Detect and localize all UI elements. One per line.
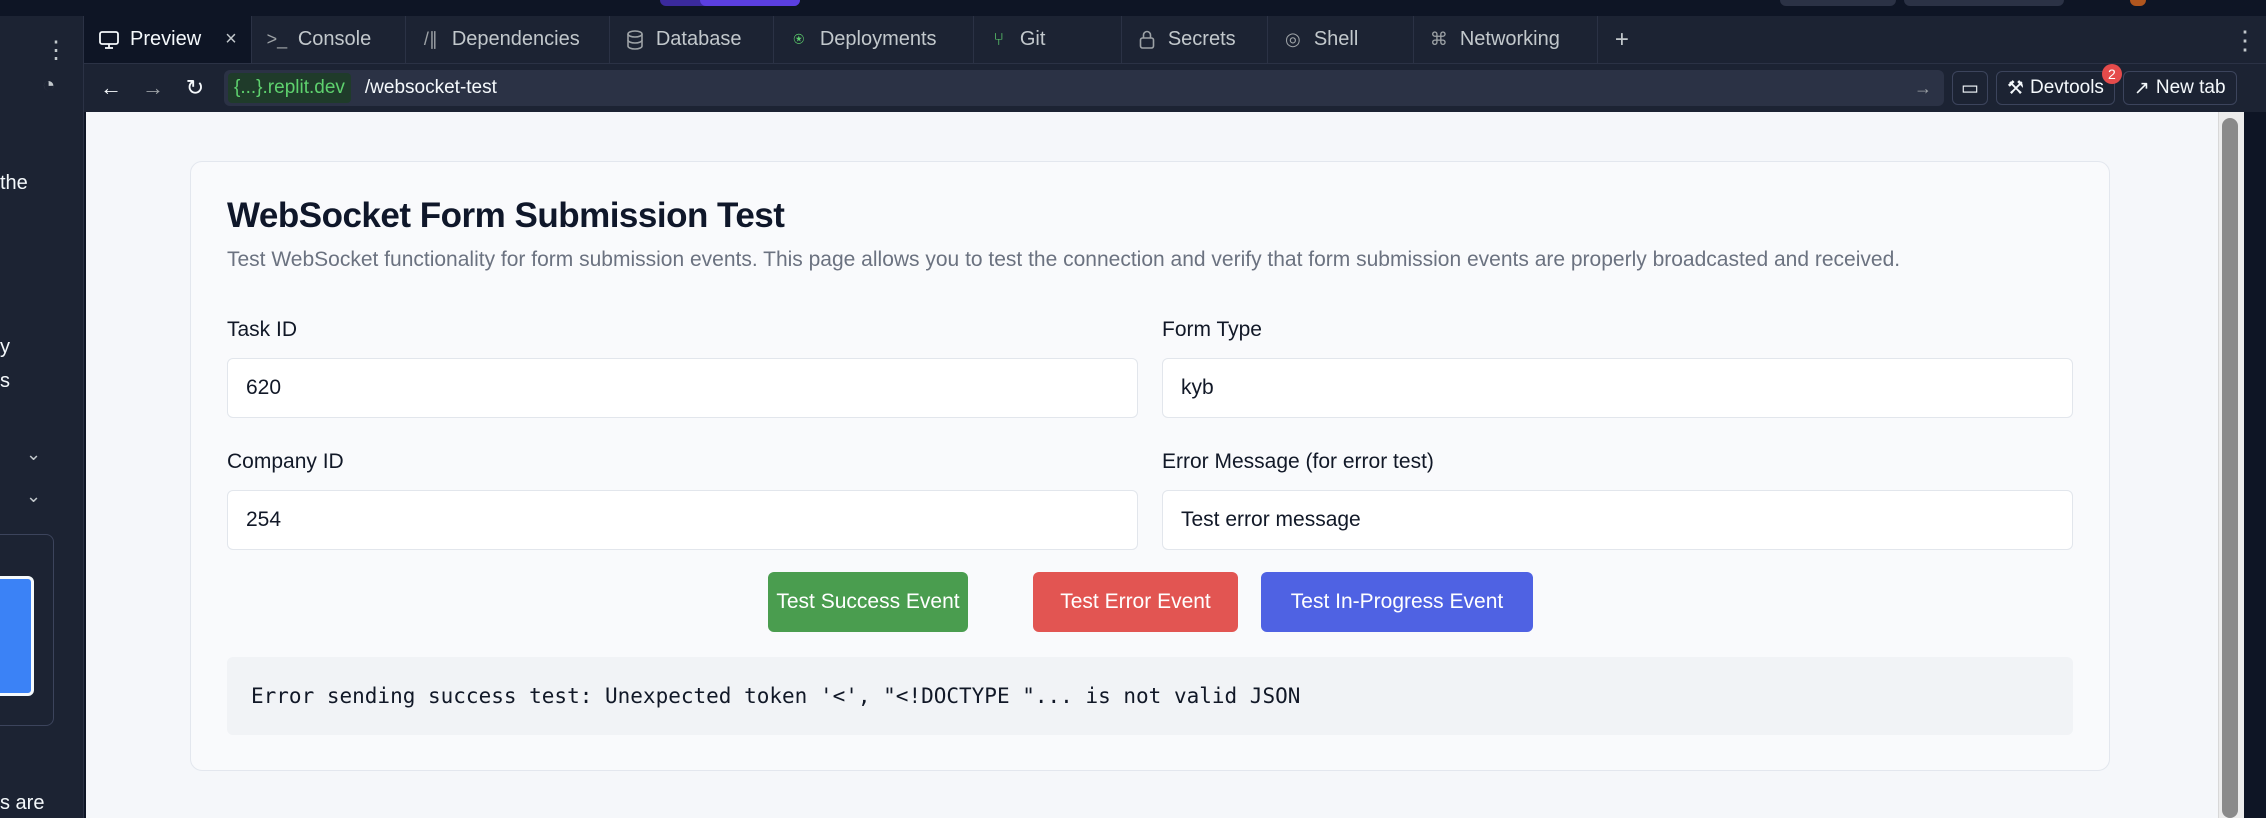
- form-type-input[interactable]: kyb: [1162, 358, 2073, 418]
- left-panel-thumbnail: [0, 576, 34, 696]
- company-id-label: Company ID: [227, 450, 344, 473]
- left-panel-text: s are: [0, 792, 45, 814]
- lock-icon: [1136, 29, 1158, 51]
- more-options-icon[interactable]: ⋮: [2232, 16, 2258, 64]
- tab-label: Preview: [130, 28, 202, 50]
- address-bar: ← → ↻ {...}.replit.dev /websocket-test →…: [84, 64, 2266, 112]
- refresh-icon[interactable]: ↻: [174, 68, 216, 108]
- devtools-button[interactable]: ⚒ Devtools 2: [1995, 64, 2122, 105]
- url-host-suffix: .replit.dev: [262, 77, 345, 98]
- url-field[interactable]: {...}.replit.dev /websocket-test →: [224, 70, 1944, 106]
- monitor-icon: ▭: [1961, 77, 1979, 99]
- scrollbar-thumb[interactable]: [2222, 118, 2238, 818]
- tab-label: Git: [1019, 28, 1046, 50]
- tab-preview[interactable]: Preview ×: [84, 16, 252, 63]
- tab-networking[interactable]: ⌘ Networking: [1414, 16, 1598, 63]
- error-message-input[interactable]: Test error message: [1162, 490, 2073, 550]
- add-tab-button[interactable]: +: [1598, 16, 1646, 63]
- deployments-icon: ⍟: [793, 29, 805, 49]
- forward-arrow-icon[interactable]: →: [132, 68, 174, 108]
- tab-console[interactable]: >_ Console: [252, 16, 406, 63]
- tab-database[interactable]: Database: [610, 16, 774, 63]
- tab-bar: Preview × >_ Console /∥ Dependencies Dat…: [84, 16, 2266, 64]
- result-output: Error sending success test: Unexpected t…: [227, 657, 2073, 735]
- url-host: {...}.replit.dev: [228, 73, 351, 103]
- external-link-icon: ↗: [2133, 77, 2150, 99]
- page-title: WebSocket Form Submission Test: [227, 196, 785, 235]
- test-card: WebSocket Form Submission Test Test WebS…: [190, 161, 2110, 771]
- top-indicator-active: [700, 0, 800, 6]
- tab-shell[interactable]: ◎ Shell: [1268, 16, 1414, 63]
- left-panel: ⋮ ◔ the y s ⌄ ⌄ s are: [0, 16, 84, 818]
- error-message-label: Error Message (for error test): [1162, 450, 1434, 473]
- top-control[interactable]: [1904, 0, 2064, 6]
- tab-label: Console: [297, 28, 372, 50]
- networking-icon: ⌘: [1429, 29, 1448, 49]
- test-progress-button[interactable]: Test In-Progress Event: [1261, 572, 1533, 632]
- tab-dependencies[interactable]: /∥ Dependencies: [406, 16, 610, 63]
- top-status-dot: [2130, 0, 2146, 6]
- wrench-icon: ⚒: [2006, 77, 2024, 99]
- new-tab-button[interactable]: ↗ New tab: [2122, 71, 2237, 105]
- chevron-down-icon[interactable]: ⌄: [26, 486, 41, 507]
- device-preview-button[interactable]: ▭: [1952, 71, 1988, 105]
- top-control[interactable]: [1780, 0, 1896, 6]
- devtools-badge: 2: [2101, 64, 2122, 84]
- tab-secrets[interactable]: Secrets: [1122, 16, 1268, 63]
- monitor-icon: [98, 29, 120, 51]
- chevron-down-icon[interactable]: ⌄: [26, 444, 41, 465]
- url-host-prefix: {...}: [234, 77, 263, 98]
- url-path: /websocket-test: [364, 77, 497, 98]
- right-edge: [2244, 112, 2266, 818]
- tab-label: Dependencies: [451, 28, 580, 50]
- task-id-input[interactable]: 620: [227, 358, 1138, 418]
- left-panel-text: s: [0, 370, 10, 392]
- page-description: Test WebSocket functionality for form su…: [227, 248, 1901, 271]
- tab-label: Database: [655, 28, 742, 50]
- left-panel-text: the: [0, 172, 28, 194]
- plus-icon: +: [1614, 25, 1629, 53]
- left-panel-text: y: [0, 336, 10, 358]
- back-arrow-icon[interactable]: ←: [90, 68, 132, 108]
- database-icon: [624, 29, 646, 51]
- git-branch-icon: ⑂: [993, 29, 1005, 49]
- shell-icon: ◎: [1284, 29, 1301, 49]
- dependencies-icon: /∥: [423, 29, 438, 49]
- new-tab-label: New tab: [2155, 77, 2226, 98]
- test-success-button[interactable]: Test Success Event: [768, 572, 968, 632]
- devtools-label: Devtools: [2030, 77, 2104, 98]
- test-error-button[interactable]: Test Error Event: [1033, 572, 1238, 632]
- speedometer-icon[interactable]: ◔: [42, 72, 55, 98]
- more-options-icon[interactable]: ⋮: [44, 36, 68, 65]
- tab-deployments[interactable]: ⍟ Deployments: [774, 16, 974, 63]
- close-icon[interactable]: ×: [225, 28, 237, 51]
- tab-label: Deployments: [819, 28, 937, 50]
- tab-label: Networking: [1459, 28, 1560, 50]
- top-sliver: [0, 0, 2266, 16]
- tab-git[interactable]: ⑂ Git: [974, 16, 1122, 63]
- terminal-prompt-icon: >_: [266, 29, 288, 49]
- tab-label: Secrets: [1167, 28, 1236, 50]
- preview-pane: WebSocket Form Submission Test Test WebS…: [86, 112, 2218, 818]
- go-arrow-icon[interactable]: →: [1914, 78, 1932, 99]
- task-id-label: Task ID: [227, 318, 298, 341]
- tab-label: Shell: [1313, 28, 1359, 50]
- company-id-input[interactable]: 254: [227, 490, 1138, 550]
- form-type-label: Form Type: [1162, 318, 1262, 341]
